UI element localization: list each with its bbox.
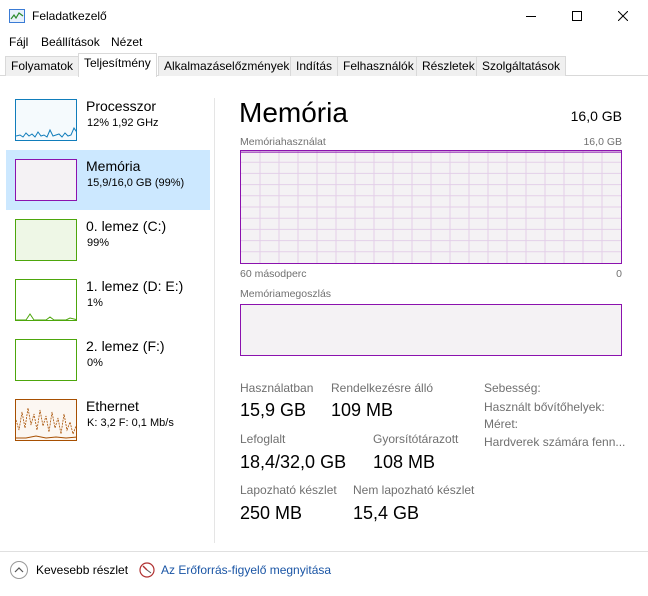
resource-monitor-icon bbox=[139, 562, 155, 578]
ethernet-thumbnail-graph bbox=[15, 399, 77, 441]
tab-performance[interactable]: Teljesítmény bbox=[78, 53, 157, 77]
paged-pool-label: Lapozható készlet bbox=[240, 483, 337, 497]
tab-bar: Folyamatok Teljesítmény Alkalmazáselőzmé… bbox=[0, 52, 648, 77]
composition-label: Memóriamegoszlás bbox=[240, 288, 332, 300]
close-button[interactable] bbox=[600, 0, 646, 32]
minimize-icon bbox=[526, 16, 536, 17]
hardware-reserved-label: Hardverek számára fenn... bbox=[484, 435, 626, 449]
fewer-details-label: Kevesebb részlet bbox=[36, 563, 129, 577]
speed-label: Sebesség: bbox=[484, 381, 541, 395]
close-icon bbox=[618, 11, 628, 21]
usage-graph-max: 16,0 GB bbox=[583, 136, 622, 148]
memory-composition-bar bbox=[240, 304, 622, 356]
slots-used-label: Használt bővítőhelyek: bbox=[484, 400, 605, 414]
time-axis-end: 0 bbox=[616, 268, 622, 280]
tab-services[interactable]: Szolgáltatások bbox=[476, 56, 567, 76]
disk-0-thumbnail-graph bbox=[15, 219, 77, 261]
sidebar-item-subtitle: 0% bbox=[87, 357, 103, 369]
cached-value: 108 MB bbox=[373, 452, 436, 472]
tab-users[interactable]: Felhasználók bbox=[337, 56, 420, 76]
disk-1-thumbnail-graph bbox=[15, 279, 77, 321]
usage-graph-label: Memóriahasználat bbox=[240, 136, 326, 148]
sidebar-item-label: Memória bbox=[86, 158, 141, 174]
menu-bar: Fájl Beállítások Nézet bbox=[0, 32, 648, 52]
memory-usage-graph bbox=[240, 150, 622, 264]
committed-value: 18,4/32,0 GB bbox=[240, 452, 347, 472]
form-factor-label: Méret: bbox=[484, 417, 519, 431]
sidebar-item-label: Processzor bbox=[86, 98, 157, 114]
sidebar-item-memory[interactable]: Memória 15,9/16,0 GB (99%) bbox=[6, 150, 210, 210]
nonpaged-pool-value: 15,4 GB bbox=[353, 503, 420, 523]
in-use-label: Használatban bbox=[240, 381, 314, 395]
memory-thumbnail-graph bbox=[15, 159, 77, 201]
tab-processes[interactable]: Folyamatok bbox=[5, 56, 80, 76]
tab-details[interactable]: Részletek bbox=[416, 56, 481, 76]
in-use-value: 15,9 GB bbox=[240, 400, 307, 420]
menu-options[interactable]: Beállítások bbox=[41, 35, 100, 49]
open-resource-monitor-link[interactable]: Az Erőforrás-figyelő megnyitása bbox=[139, 560, 331, 580]
open-resource-monitor-label: Az Erőforrás-figyelő megnyitása bbox=[161, 563, 332, 577]
sidebar-item-subtitle: K: 3,2 F: 0,1 Mb/s bbox=[87, 417, 174, 429]
menu-file[interactable]: Fájl bbox=[9, 35, 28, 49]
fewer-details-button[interactable]: Kevesebb részlet bbox=[10, 560, 128, 580]
sidebar-item-subtitle: 99% bbox=[87, 237, 110, 249]
sidebar-item-label: 0. lemez (C:) bbox=[86, 218, 167, 234]
available-value: 109 MB bbox=[331, 400, 394, 420]
sidebar-item-subtitle: 15,9/16,0 GB (99%) bbox=[87, 177, 185, 189]
maximize-button[interactable] bbox=[554, 0, 600, 32]
sidebar-item-subtitle: 1% bbox=[87, 297, 103, 309]
page-title: Memória bbox=[239, 97, 348, 128]
tab-app-history[interactable]: Alkalmazáselőzmények bbox=[158, 56, 296, 76]
sidebar-item-label: 2. lemez (F:) bbox=[86, 338, 165, 354]
sidebar-item-cpu[interactable]: Processzor 12% 1,92 GHz bbox=[6, 90, 210, 150]
cpu-thumbnail-graph bbox=[15, 99, 77, 141]
sidebar-item-ethernet[interactable]: Ethernet K: 3,2 F: 0,1 Mb/s bbox=[6, 390, 210, 450]
menu-view[interactable]: Nézet bbox=[111, 35, 142, 49]
cached-label: Gyorsítótárazott bbox=[373, 432, 459, 446]
nonpaged-pool-label: Nem lapozható készlet bbox=[353, 483, 475, 497]
sidebar-item-disk-2[interactable]: 2. lemez (F:) 0% bbox=[6, 330, 210, 390]
minimize-button[interactable] bbox=[508, 0, 554, 32]
maximize-icon bbox=[572, 11, 582, 21]
memory-usage-plot bbox=[241, 151, 621, 263]
sidebar-item-disk-1[interactable]: 1. lemez (D: E:) 1% bbox=[6, 270, 210, 330]
performance-panel: Processzor 12% 1,92 GHz Memória 15,9/16,… bbox=[0, 76, 648, 551]
task-manager-app-icon bbox=[9, 9, 25, 23]
sidebar-item-disk-0[interactable]: 0. lemez (C:) 99% bbox=[6, 210, 210, 270]
footer-bar: Kevesebb részlet Az Erőforrás-figyelő me… bbox=[0, 551, 648, 596]
title-bar[interactable]: Feladatkezelő bbox=[0, 0, 648, 32]
tab-startup[interactable]: Indítás bbox=[290, 56, 339, 76]
sidebar-divider bbox=[214, 98, 215, 543]
disk-2-thumbnail-graph bbox=[15, 339, 77, 381]
committed-label: Lefoglalt bbox=[240, 432, 286, 446]
available-label: Rendelkezésre álló bbox=[331, 381, 434, 395]
sidebar-item-label: Ethernet bbox=[86, 398, 139, 414]
chevron-up-icon bbox=[10, 561, 28, 579]
time-axis-label: 60 másodperc bbox=[240, 268, 307, 280]
paged-pool-value: 250 MB bbox=[240, 503, 303, 523]
memory-total: 16,0 GB bbox=[570, 108, 622, 124]
sidebar-item-subtitle: 12% 1,92 GHz bbox=[87, 117, 159, 129]
sidebar-item-label: 1. lemez (D: E:) bbox=[86, 278, 184, 294]
resource-sidebar: Processzor 12% 1,92 GHz Memória 15,9/16,… bbox=[6, 90, 210, 450]
window-title: Feladatkezelő bbox=[32, 9, 107, 23]
